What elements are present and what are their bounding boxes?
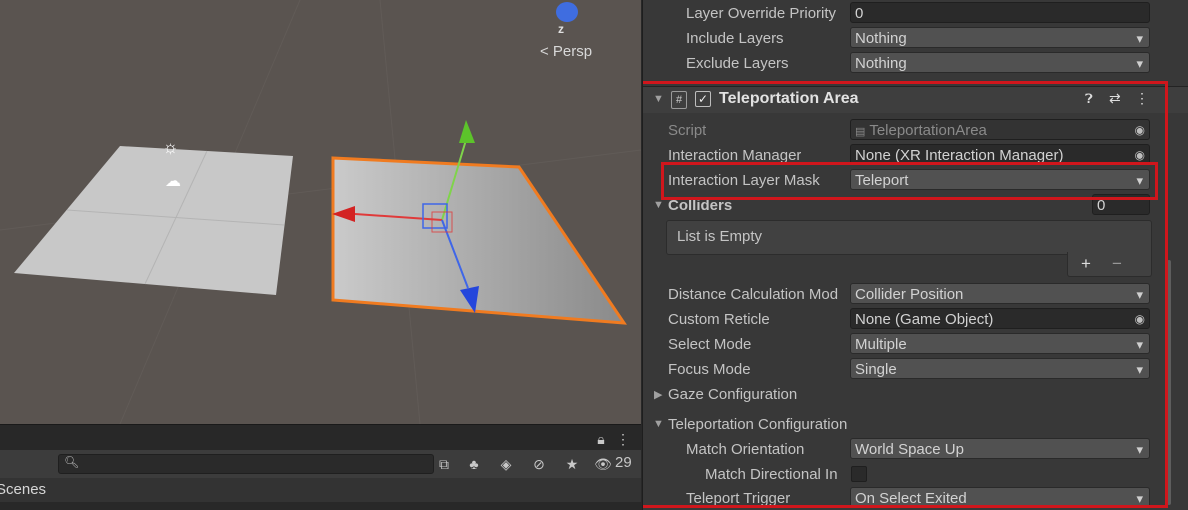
cloud-icon: ☁ <box>165 173 181 190</box>
exclude-layers-label: Exclude Layers <box>686 55 789 72</box>
include-layers-dropdown[interactable]: Nothing <box>850 27 1150 48</box>
axis-z-label: z <box>558 22 564 36</box>
inspector-panel: Layer Override Priority 0 Include Layers… <box>642 0 1188 510</box>
lock-icon[interactable]: 🔒︎ <box>591 429 611 449</box>
include-layers-label: Include Layers <box>686 30 784 47</box>
panel-toolbar: 🔒︎ ⋮ <box>0 424 641 451</box>
scene-search-icon[interactable]: ⧉ <box>434 454 454 474</box>
scene-view[interactable]: ☼ ☁ z < Persp <box>0 0 641 424</box>
layer-override-priority-field[interactable]: 0 <box>850 2 1150 23</box>
favorite-star-icon[interactable]: ★ <box>562 454 582 474</box>
warning-icon[interactable]: ⊘ <box>529 454 549 474</box>
light-icon: ☼ <box>162 137 179 157</box>
scenes-folder[interactable]: Scenes <box>0 478 641 502</box>
plane-selected[interactable] <box>331 156 627 325</box>
exclude-layers-dropdown[interactable]: Nothing <box>850 52 1150 73</box>
scene-canvas[interactable]: ☼ ☁ <box>0 0 641 424</box>
include-layers-row: Include Layers Nothing <box>643 27 1188 51</box>
plane-left[interactable] <box>14 146 293 295</box>
gizmo-z-cone[interactable] <box>556 2 578 22</box>
projection-toggle[interactable]: < Persp <box>540 43 592 60</box>
project-tools: 🔍︎ ⧉ ♣ ◈ ⊘ ★ 👁︎ 29 <box>0 450 641 478</box>
label-filter-icon[interactable]: ◈ <box>496 454 516 474</box>
highlight-component-box <box>643 81 1168 508</box>
hidden-eye-icon[interactable]: 👁︎ <box>594 454 612 474</box>
search-input[interactable]: 🔍︎ <box>58 454 434 474</box>
more-menu-icon[interactable]: ⋮ <box>613 429 633 449</box>
hidden-count: 29 <box>615 454 632 471</box>
shapes-filter-icon[interactable]: ♣ <box>464 454 484 474</box>
exclude-layers-row: Exclude Layers Nothing <box>643 52 1188 76</box>
scenes-label: Scenes <box>0 481 47 498</box>
bottom-panel: 🔒︎ ⋮ 🔍︎ ⧉ ♣ ◈ ⊘ ★ 👁︎ 29 Scenes <box>0 424 641 510</box>
layer-override-priority-label: Layer Override Priority <box>686 5 837 22</box>
highlight-layer-mask-box <box>661 162 1158 200</box>
search-icon: 🔍︎ <box>64 455 80 469</box>
layer-override-priority-row: Layer Override Priority 0 <box>643 2 1188 26</box>
